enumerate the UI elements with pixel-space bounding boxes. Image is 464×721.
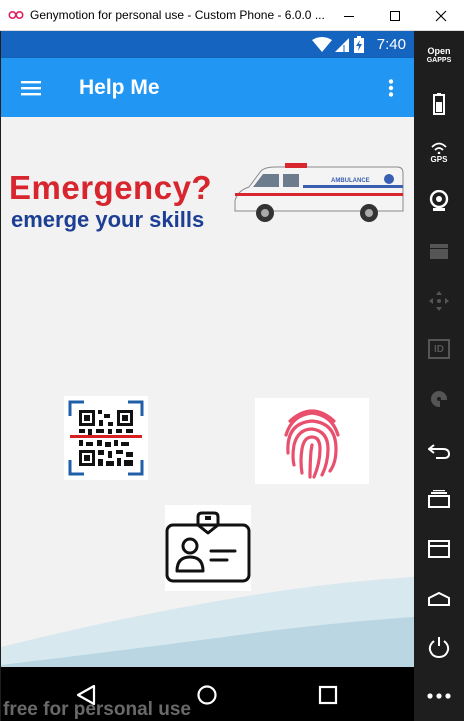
- window-title: Genymotion for personal use - Custom Pho…: [30, 8, 325, 22]
- id-card-button[interactable]: [165, 505, 251, 591]
- disk-icon: [431, 391, 447, 407]
- genymotion-logo-icon: [8, 10, 24, 20]
- remote-control-button[interactable]: [414, 281, 464, 321]
- id-card-icon: [165, 511, 251, 583]
- power-icon: [428, 637, 450, 658]
- nav-home-button[interactable]: [187, 675, 227, 715]
- nav-recents-icon: [318, 685, 338, 705]
- webcam-icon: [429, 190, 449, 211]
- device-id-icon: ID: [428, 339, 450, 359]
- emergency-banner: Emergency? emerge your skills AMBULANCE: [9, 163, 414, 241]
- nav-home-icon: [197, 685, 217, 705]
- banner-tagline: emerge your skills: [11, 207, 205, 232]
- toolbar-home-button[interactable]: [414, 579, 464, 619]
- device-id-button[interactable]: ID: [414, 329, 464, 369]
- disk-io-button[interactable]: [414, 379, 464, 419]
- battery-icon: [433, 93, 445, 115]
- toolbar-back-button[interactable]: [414, 431, 464, 471]
- dpad-icon: [429, 291, 449, 311]
- gps-signal-icon: [431, 142, 447, 154]
- qr-code-scan-icon: [68, 400, 144, 476]
- maximize-button[interactable]: [372, 0, 418, 31]
- minimize-icon: [344, 15, 354, 17]
- hamburger-menu-icon: [21, 81, 41, 96]
- menu-lines-icon: [428, 540, 450, 558]
- fingerprint-button[interactable]: [255, 398, 369, 484]
- opengapps-label-line1: Open: [427, 46, 451, 56]
- wifi-icon: [312, 37, 332, 52]
- toolbar-more-button[interactable]: [414, 676, 464, 716]
- more-vert-icon: [388, 79, 394, 97]
- nav-back-button[interactable]: [66, 675, 106, 715]
- device-screen: 7:40 Help Me Emergency? emerge your skil…: [1, 31, 414, 721]
- android-status-bar: 7:40: [1, 31, 414, 58]
- recent-apps-icon: [428, 490, 450, 508]
- app-toolbar: Help Me: [1, 58, 414, 117]
- gps-label: GPS: [430, 155, 448, 164]
- gps-button[interactable]: GPS: [414, 133, 464, 173]
- maximize-icon: [390, 10, 400, 21]
- fingerprint-icon: [284, 409, 340, 479]
- emulator-toolbar: Open GAPPS GPS ID: [414, 31, 464, 721]
- nav-back-icon: [76, 684, 96, 706]
- clapperboard-icon: [430, 244, 448, 259]
- status-time: 7:40: [376, 36, 406, 53]
- toolbar-menu-button[interactable]: [414, 529, 464, 569]
- device-id-label: ID: [434, 343, 444, 355]
- app-title: Help Me: [79, 76, 160, 99]
- battery-button[interactable]: [414, 84, 464, 124]
- ambulance-illustration: AMBULANCE: [234, 163, 404, 222]
- signal-icon: [335, 38, 349, 52]
- background-wave: [1, 577, 414, 671]
- main-content: Emergency? emerge your skills AMBULANCE: [1, 117, 414, 671]
- opengapps-button[interactable]: Open GAPPS: [414, 36, 464, 76]
- screencast-button[interactable]: [414, 231, 464, 271]
- battery-charging-icon: [354, 36, 364, 53]
- ambulance-label: AMBULANCE: [331, 178, 370, 184]
- toolbar-recent-apps-button[interactable]: [414, 479, 464, 519]
- back-arrow-icon: [428, 444, 450, 459]
- close-button[interactable]: [418, 0, 464, 31]
- qr-scan-button[interactable]: [64, 396, 148, 480]
- minimize-button[interactable]: [326, 0, 372, 31]
- emulator-window: Genymotion for personal use - Custom Pho…: [0, 0, 464, 721]
- overflow-menu-button[interactable]: [379, 72, 403, 104]
- toolbar-power-button[interactable]: [414, 627, 464, 667]
- more-horiz-icon: [427, 693, 451, 699]
- close-icon: [435, 10, 447, 21]
- banner-headline: Emergency?: [9, 169, 213, 206]
- android-nav-bar: [1, 667, 414, 721]
- webcam-button[interactable]: [414, 181, 464, 221]
- menu-button[interactable]: [15, 72, 47, 104]
- opengapps-label-line2: GAPPS: [426, 57, 452, 64]
- window-titlebar: Genymotion for personal use - Custom Pho…: [0, 0, 464, 31]
- nav-recents-button[interactable]: [308, 675, 348, 715]
- home-icon: [428, 592, 450, 606]
